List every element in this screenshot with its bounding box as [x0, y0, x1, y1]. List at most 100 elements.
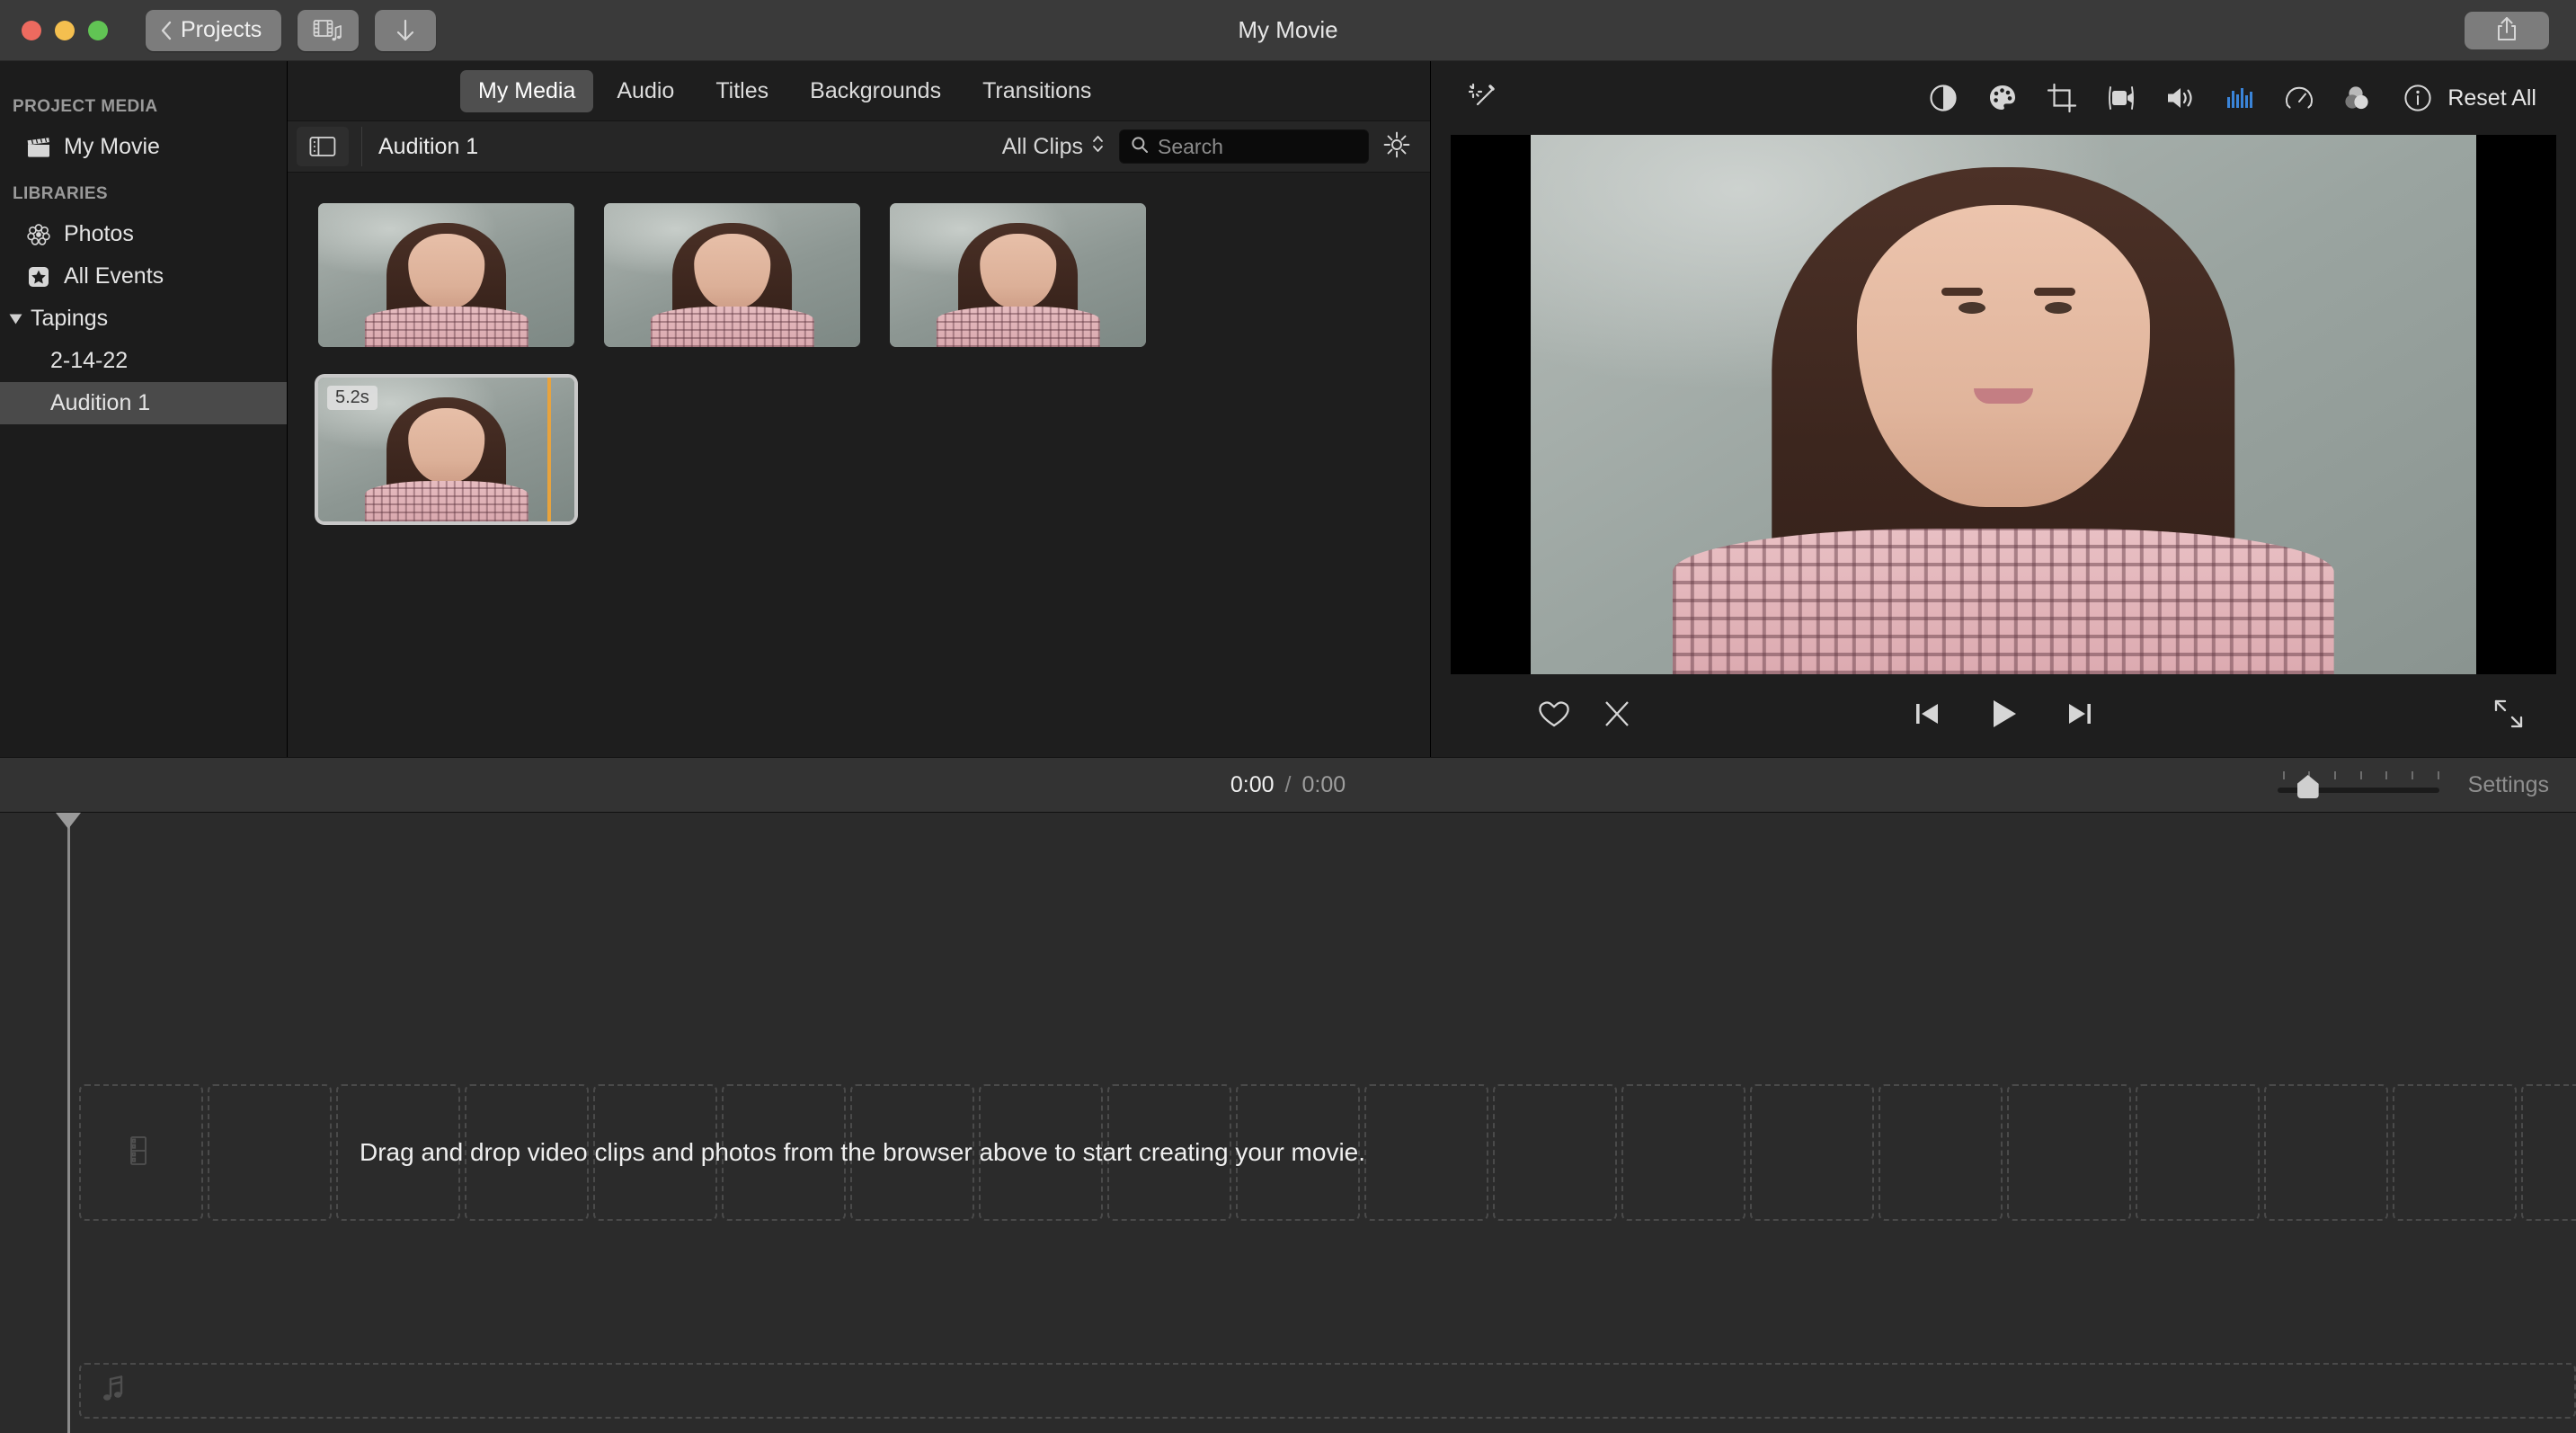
video-drop-slot[interactable] [208, 1084, 332, 1221]
video-drop-slot[interactable] [2521, 1084, 2576, 1221]
sidebar-item-photos[interactable]: Photos [0, 213, 287, 255]
video-drop-slot[interactable] [1364, 1084, 1488, 1221]
timeline[interactable]: Drag and drop video clips and photos fro… [0, 813, 2576, 1433]
video-drop-slot[interactable] [2136, 1084, 2260, 1221]
clip-image [890, 203, 1146, 347]
sidebar-subitem-label: Audition 1 [50, 390, 151, 415]
clip-playhead[interactable] [547, 378, 551, 521]
clip-duration-badge: 5.2s [327, 386, 378, 410]
maximize-window-button[interactable] [88, 20, 108, 40]
sidebar-subitem-label: 2-14-22 [50, 348, 129, 373]
tab-transitions[interactable]: Transitions [964, 70, 1109, 112]
video-drop-slot[interactable] [1621, 1084, 1745, 1221]
video-drop-slot[interactable] [1879, 1084, 2003, 1221]
time-separator: / [1284, 771, 1292, 797]
clip-filter-label: All Clips [1001, 133, 1083, 159]
import-media-button[interactable] [375, 9, 437, 51]
timeline-toolbar: 0:00 / 0:00 Settings [0, 757, 2576, 813]
viewer-panel: Reset All [1431, 61, 2576, 757]
browser-header-controls: All Clips [1002, 129, 1410, 164]
tab-titles[interactable]: Titles [697, 70, 786, 112]
video-drop-slot[interactable] [79, 1084, 203, 1221]
window-traffic-lights [22, 20, 108, 40]
sidebar-item-audition-1[interactable]: Audition 1 [0, 382, 287, 424]
sidebar-header-project-media: PROJECT MEDIA [13, 97, 158, 116]
sidebar-item-my-movie[interactable]: My Movie [0, 126, 287, 168]
search-input[interactable] [1158, 134, 1357, 159]
chevron-left-icon [160, 20, 173, 41]
tab-my-media[interactable]: My Media [460, 69, 594, 112]
viewer-stage [1451, 135, 2556, 674]
clip-thumbnail[interactable] [318, 203, 574, 347]
back-to-projects-button[interactable]: Projects [146, 9, 282, 51]
download-arrow-icon [395, 17, 416, 44]
video-drop-slot[interactable] [2393, 1084, 2517, 1221]
video-drop-slot[interactable] [2264, 1084, 2388, 1221]
timeline-zoom-slider[interactable] [2277, 770, 2439, 800]
video-drop-slot[interactable] [1493, 1084, 1617, 1221]
sidebar-group-label: Tapings [31, 306, 109, 331]
crop-icon[interactable] [2032, 68, 2092, 128]
color-balance-icon[interactable] [1914, 68, 1973, 128]
search-icon [1131, 136, 1149, 158]
tab-audio[interactable]: Audio [599, 70, 692, 112]
chevron-down-icon[interactable] [9, 314, 22, 324]
skip-previous-icon [1913, 703, 1943, 731]
play-icon [1986, 699, 2021, 734]
volume-icon[interactable] [2151, 68, 2210, 128]
media-browser-button[interactable] [298, 9, 360, 51]
audio-drop-zone[interactable] [79, 1363, 2576, 1419]
clip-item[interactable] [890, 203, 1146, 347]
noise-equalizer-icon[interactable] [2210, 68, 2270, 128]
share-icon [2495, 15, 2518, 47]
speed-icon[interactable] [2270, 68, 2329, 128]
viewer-controls [1431, 674, 2576, 757]
next-button[interactable] [2064, 700, 2094, 732]
browser-settings-button[interactable] [1383, 131, 1410, 163]
clip-item-selected[interactable]: 5.2s [318, 378, 574, 521]
previous-button[interactable] [1913, 700, 1943, 732]
clip-grid: 5.2s [288, 173, 1430, 757]
timeline-drop-hint: Drag and drop video clips and photos fro… [360, 1138, 1366, 1166]
tab-backgrounds[interactable]: Backgrounds [792, 70, 959, 112]
clip-filter-select[interactable]: All Clips [1002, 132, 1105, 162]
browser-header: Audition 1 All Clips [288, 120, 1430, 173]
favorite-button[interactable] [1537, 699, 1571, 734]
sidebar-item-2-14-22[interactable]: 2-14-22 [0, 340, 287, 382]
filters-icon[interactable] [2329, 68, 2388, 128]
skip-next-icon [2064, 703, 2094, 731]
video-preview[interactable] [1531, 135, 2476, 674]
sidebar-toggle-icon[interactable] [297, 127, 349, 166]
browser-tabs: My Media Audio Titles Backgrounds Transi… [288, 61, 1430, 120]
video-drop-slot[interactable] [1750, 1084, 1874, 1221]
clip-item[interactable] [318, 203, 574, 347]
play-button[interactable] [1986, 697, 2021, 735]
enhance-wand-icon[interactable] [1454, 68, 1514, 128]
search-box[interactable] [1119, 129, 1369, 164]
reset-all-button[interactable]: Reset All [2447, 85, 2536, 111]
viewer-toolbar: Reset All [1431, 61, 2576, 135]
gear-icon [1383, 131, 1410, 162]
film-music-icon [313, 18, 343, 43]
chevron-updown-icon [1091, 132, 1105, 162]
clip-item[interactable] [604, 203, 860, 347]
color-correction-icon[interactable] [1973, 68, 2032, 128]
info-icon[interactable] [2388, 68, 2447, 128]
browser-title: Audition 1 [378, 133, 479, 159]
sidebar-item-all-events[interactable]: All Events [0, 255, 287, 298]
video-drop-slot[interactable] [2007, 1084, 2131, 1221]
reject-button[interactable] [1602, 699, 1632, 734]
music-note-icon [101, 1375, 128, 1408]
sidebar-item-label: All Events [64, 263, 164, 289]
clip-thumbnail[interactable] [890, 203, 1146, 347]
clip-thumbnail[interactable] [604, 203, 860, 347]
timeline-playhead[interactable] [56, 813, 81, 1433]
fullscreen-button[interactable] [2493, 699, 2524, 734]
close-window-button[interactable] [22, 20, 41, 40]
minimize-window-button[interactable] [55, 20, 75, 40]
stabilization-icon[interactable] [2092, 68, 2151, 128]
share-button[interactable] [2465, 12, 2549, 49]
sidebar-group-tapings[interactable]: Tapings [0, 298, 287, 340]
clip-thumbnail[interactable]: 5.2s [318, 378, 574, 521]
header-divider [361, 127, 362, 166]
